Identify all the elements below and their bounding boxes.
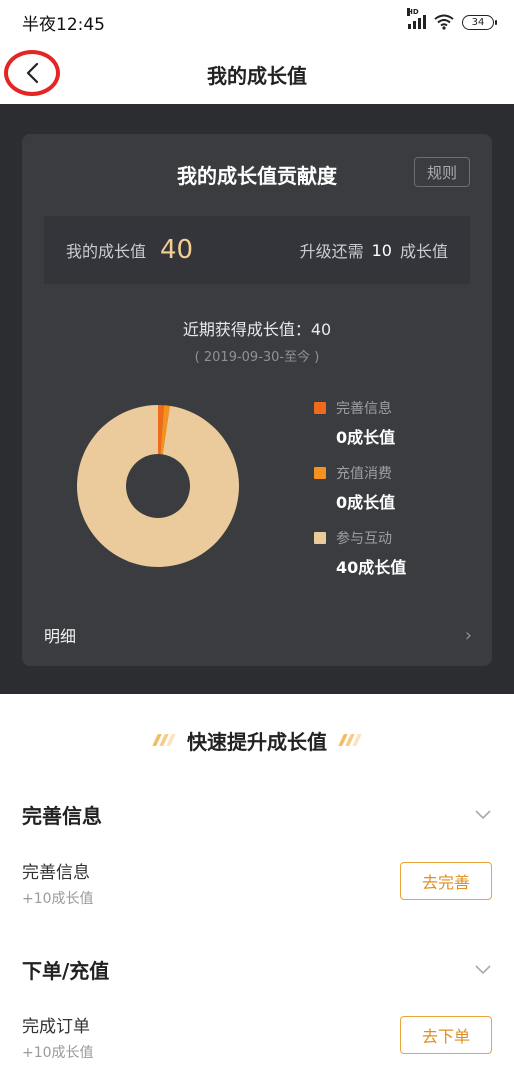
legend-swatch	[314, 467, 326, 479]
legend-value: 0成长值	[336, 493, 396, 512]
upgrade-suffix: 成长值	[399, 242, 448, 261]
chevron-down-icon	[475, 810, 491, 820]
group-title: 完善信息	[22, 803, 102, 828]
decoration-right-icon	[338, 734, 362, 746]
task-reward: +10成长值	[22, 891, 94, 907]
signal-icon: HD	[407, 8, 426, 29]
legend-value: 0成长值	[336, 428, 396, 447]
growth-summary-row: 我的成长值 40 升级还需 10 成长值	[44, 216, 470, 284]
group-title: 下单/充值	[22, 958, 110, 983]
place-order-button[interactable]: 去下单	[400, 1016, 492, 1054]
legend-label: 参与互动	[336, 531, 392, 547]
back-button[interactable]	[4, 50, 60, 96]
complete-profile-button[interactable]: 去完善	[400, 862, 492, 900]
recent-growth-label: 近期获得成长值：40	[182, 320, 332, 339]
upgrade-needed-value: 10	[371, 240, 392, 260]
task-name: 完善信息	[22, 863, 90, 883]
detail-row[interactable]: 明细 ›	[22, 618, 492, 652]
date-range: ( 2019-09-30-至今 )	[194, 350, 320, 365]
donut-slice-3	[77, 405, 240, 567]
detail-label: 明细	[44, 627, 77, 646]
task-reward: +10成长值	[22, 1045, 94, 1061]
growth-summary-section: 我的成长值贡献度 规则 我的成长值 40 升级还需 10 成长值 近期获得成长值…	[0, 104, 514, 694]
chevron-left-icon	[26, 62, 39, 84]
task-name: 完成订单	[22, 1017, 90, 1037]
quick-boost-header: 快速提升成长值	[0, 720, 514, 760]
chevron-down-icon	[475, 965, 491, 975]
legend-item: 充值消费 0成长值	[314, 463, 474, 528]
legend-item: 完善信息 0成长值	[314, 398, 474, 463]
task-row: 完成订单 +10成长值 去下单	[22, 1012, 492, 1068]
legend-swatch	[314, 532, 326, 544]
legend-item: 参与互动 40成长值	[314, 528, 474, 593]
group-header-profile[interactable]: 完善信息	[22, 796, 492, 832]
chevron-right-icon: ›	[464, 624, 472, 646]
legend-label: 充值消费	[336, 466, 392, 482]
decoration-left-icon	[152, 734, 176, 746]
quick-boost-title: 快速提升成长值	[187, 729, 327, 754]
task-row: 完善信息 +10成长值 去完善	[22, 858, 492, 914]
legend-value: 40成长值	[336, 558, 407, 577]
battery-level: 34	[471, 16, 485, 28]
legend-swatch	[314, 402, 326, 414]
nav-bar: 我的成长值	[0, 44, 514, 104]
legend-label: 完善信息	[336, 401, 392, 417]
rules-button[interactable]: 规则	[414, 157, 470, 187]
contribution-card: 我的成长值贡献度 规则 我的成长值 40 升级还需 10 成长值 近期获得成长值…	[22, 134, 492, 666]
network-type-label: HD	[407, 8, 419, 16]
wifi-icon	[434, 14, 454, 30]
page-title: 我的成长值	[207, 63, 307, 88]
chart-legend: 完善信息 0成长值 充值消费 0成长值 参与互动 40成长值	[314, 398, 474, 593]
growth-donut-chart	[77, 405, 240, 567]
my-growth-value: 40	[160, 235, 194, 265]
upgrade-prefix: 升级还需	[299, 242, 364, 261]
group-header-order[interactable]: 下单/充值	[22, 951, 492, 987]
status-time: 半夜12:45	[22, 14, 105, 35]
battery-icon: 34	[462, 14, 497, 30]
status-icons: HD 34	[407, 8, 497, 30]
status-bar: 半夜12:45 HD 34	[0, 0, 514, 44]
my-growth-label: 我的成长值	[66, 242, 147, 261]
